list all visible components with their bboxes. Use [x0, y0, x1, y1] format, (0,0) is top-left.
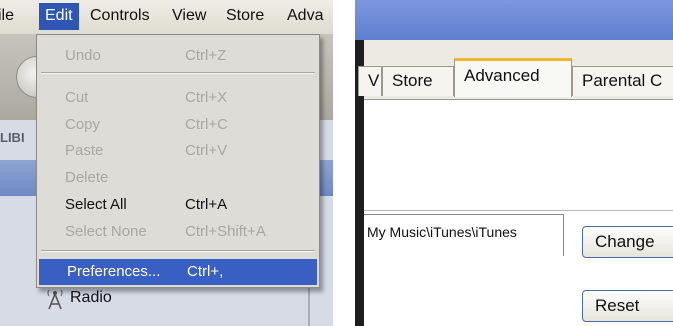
- menu-item-delete[interactable]: Delete: [37, 165, 319, 191]
- tab-parental[interactable]: Parental C: [572, 66, 673, 96]
- menu-item-preferences[interactable]: Preferences... Ctrl+,: [39, 259, 317, 285]
- menu-separator: [41, 250, 315, 252]
- dialog-body: V Store Advanced Parental C My Music\iTu…: [358, 40, 673, 326]
- menu-file[interactable]: ile: [0, 7, 14, 25]
- preferences-dialog: V Store Advanced Parental C My Music\iTu…: [355, 0, 673, 326]
- menu-item-label: Cut: [65, 89, 89, 106]
- menu-item-label: Select None: [65, 223, 147, 240]
- menu-item-shortcut: Ctrl+V: [185, 142, 228, 159]
- dialog-titlebar[interactable]: [355, 0, 673, 40]
- menu-item-shortcut: Ctrl+X: [185, 89, 228, 106]
- menu-separator: [41, 72, 315, 74]
- menu-controls[interactable]: Controls: [90, 7, 150, 25]
- menu-item-shortcut: Ctrl+,: [187, 263, 224, 280]
- change-folder-button[interactable]: Change: [582, 226, 673, 258]
- menu-item-label: Select All: [65, 196, 127, 213]
- menu-item-shortcut: Ctrl+Z: [185, 47, 227, 64]
- menu-item-paste[interactable]: Paste Ctrl+V: [37, 138, 319, 164]
- tab-store[interactable]: Store: [382, 66, 454, 96]
- menu-item-select-none[interactable]: Select None Ctrl+Shift+A: [37, 219, 319, 245]
- sidebar-item-label: Radio: [70, 289, 112, 306]
- menu-advanced[interactable]: Adva: [287, 7, 323, 25]
- menu-item-label: Paste: [65, 142, 104, 159]
- panel-gutter: [333, 0, 355, 326]
- menu-item-shortcut: Ctrl+C: [185, 116, 228, 133]
- menu-item-label: Undo: [65, 47, 101, 64]
- menu-item-shortcut: Ctrl+Shift+A: [185, 223, 266, 240]
- itunes-window: ile Edit Controls View Store Adva LIBI: [0, 0, 333, 326]
- itunes-folder-path-field: My Music\iTunes\iTunes: [364, 214, 564, 256]
- tab-view[interactable]: V: [358, 66, 382, 96]
- library-header: LIBI: [0, 130, 25, 145]
- menu-item-undo[interactable]: Undo Ctrl+Z: [37, 43, 319, 69]
- sidebar-item-radio[interactable]: Radio: [44, 286, 112, 310]
- menu-item-copy[interactable]: Copy Ctrl+C: [37, 112, 319, 138]
- tab-advanced[interactable]: Advanced: [454, 58, 572, 97]
- reset-folder-button[interactable]: Reset: [582, 290, 673, 322]
- edit-menu-dropdown: Undo Ctrl+Z Cut Ctrl+X Copy Ctrl+C Paste…: [36, 34, 320, 288]
- advanced-tab-content: My Music\iTunes\iTunes Change Reset: [364, 99, 673, 326]
- menu-item-label: Copy: [65, 116, 101, 133]
- menu-item-select-all[interactable]: Select All Ctrl+A: [37, 192, 319, 218]
- menu-view[interactable]: View: [172, 7, 206, 25]
- menu-bar: ile Edit Controls View Store Adva: [0, 0, 333, 35]
- menu-edit[interactable]: Edit: [39, 3, 79, 30]
- radio-tower-icon: [44, 286, 66, 310]
- menu-item-cut[interactable]: Cut Ctrl+X: [37, 85, 319, 111]
- menu-store[interactable]: Store: [226, 7, 264, 25]
- menu-item-label: Preferences...: [67, 263, 161, 280]
- menu-item-shortcut: Ctrl+A: [185, 196, 228, 213]
- menu-item-label: Delete: [65, 169, 109, 186]
- divider: [364, 210, 673, 211]
